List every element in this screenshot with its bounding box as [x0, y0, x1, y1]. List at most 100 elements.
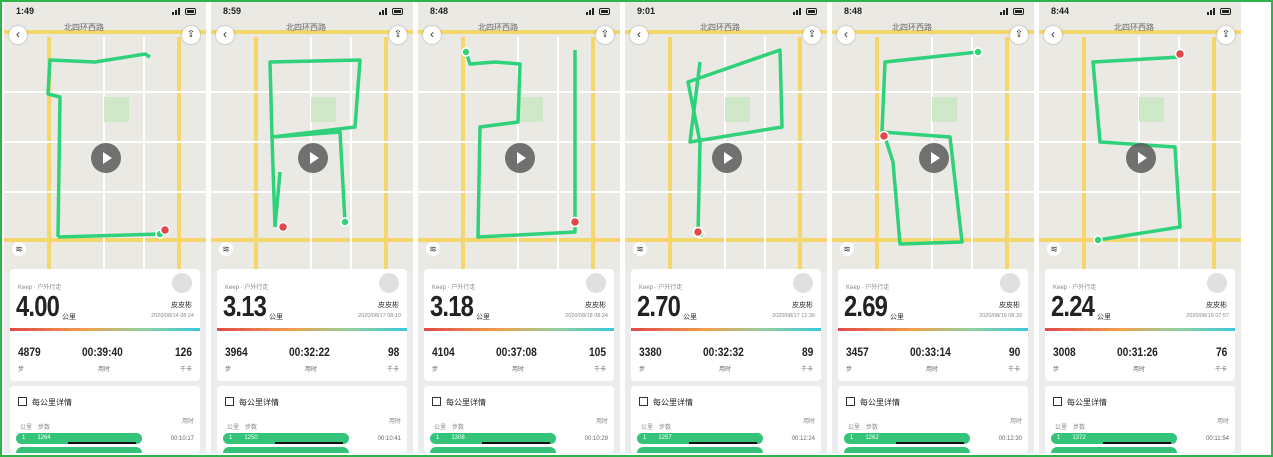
signal-battery-icon: [584, 8, 610, 15]
play-icon[interactable]: [1126, 143, 1156, 173]
activity-date: 2020/08/19 08:33: [979, 313, 1022, 319]
avatar-icon[interactable]: [1000, 273, 1020, 293]
share-icon[interactable]: ⇪: [803, 26, 821, 44]
route-map[interactable]: 1:49 北四环西路 ‹ ⇪ ≋: [4, 2, 206, 272]
calories-label: 千卡: [800, 367, 813, 373]
play-icon[interactable]: [91, 143, 121, 173]
duration-value: 00:37:08: [496, 345, 537, 359]
play-icon[interactable]: [505, 143, 535, 173]
calories-label: 千卡: [386, 367, 399, 373]
route-map[interactable]: 8:44 北四环西路 ‹ ⇪ ≋: [1039, 2, 1241, 272]
clock: 8:48: [844, 6, 863, 16]
col-time-header: 用时: [1216, 419, 1229, 425]
share-icon[interactable]: ⇪: [1217, 26, 1235, 44]
share-icon[interactable]: ⇪: [182, 26, 200, 44]
back-icon[interactable]: ‹: [9, 26, 27, 44]
user-name: 皮皮彬: [171, 302, 192, 309]
detail-list-icon: [225, 397, 234, 406]
road-label: 北四环西路: [286, 23, 326, 32]
back-icon[interactable]: ‹: [837, 26, 855, 44]
play-icon[interactable]: [919, 143, 949, 173]
map-roads: [832, 30, 1034, 272]
pace-gradient-bar: [838, 328, 1028, 331]
share-icon[interactable]: ⇪: [596, 26, 614, 44]
play-icon[interactable]: [298, 143, 328, 173]
play-icon[interactable]: [712, 143, 742, 173]
distance-unit: 公里: [62, 314, 76, 321]
summary-card: Keep · 户外行走 2.69 公里 皮皮彬 2020/08/19 08:33…: [838, 269, 1028, 381]
end-marker: [692, 226, 704, 238]
user-name: 皮皮彬: [999, 302, 1020, 309]
avatar-icon[interactable]: [586, 273, 606, 293]
detail-title: 每公里详情: [32, 398, 72, 407]
calories-label: 千卡: [179, 367, 192, 373]
detail-list-icon: [18, 397, 27, 406]
route-map[interactable]: 8:59 北四环西路 ‹ ⇪ ≋: [211, 2, 413, 272]
layers-icon[interactable]: ≋: [1047, 242, 1061, 256]
distance-unit: 公里: [1097, 314, 1111, 321]
col-steps-header: 步数: [38, 425, 51, 431]
per-km-detail[interactable]: 每公里详情 公里 步数 用时 1 1250 00:10:41: [217, 386, 407, 453]
col-km-header: 公里: [1055, 425, 1068, 431]
summary-card: Keep · 户外行走 4.00 公里 皮皮彬 2020/08/14 08:24…: [10, 269, 200, 381]
km1-steps: 1264: [37, 435, 51, 441]
road-label: 北四环西路: [1114, 23, 1154, 32]
km-row-next: [1051, 447, 1177, 453]
duration-value: 00:33:14: [910, 345, 951, 359]
status-bar: 9:01: [625, 4, 827, 18]
share-icon[interactable]: ⇪: [1010, 26, 1028, 44]
avatar-icon[interactable]: [379, 273, 399, 293]
layers-icon[interactable]: ≋: [219, 242, 233, 256]
col-time-header: 用时: [1009, 419, 1022, 425]
calories-value: 126: [174, 345, 192, 359]
duration-value: 00:39:40: [82, 345, 123, 359]
avatar-icon[interactable]: [172, 273, 192, 293]
activity-date: 2020/08/17 12:39: [772, 313, 815, 319]
phone-screen: 8:48 北四环西路 ‹ ⇪ ≋ Keep · 户外行走 2.69 公里 皮皮彬…: [832, 2, 1034, 453]
layers-icon[interactable]: ≋: [633, 242, 647, 256]
distance-unit: 公里: [269, 314, 283, 321]
steps-label: 步: [225, 367, 232, 373]
km1-time: 00:12:30: [998, 436, 1022, 442]
per-km-detail[interactable]: 每公里详情 公里 步数 用时 1 1372 00:11:54: [1045, 386, 1235, 453]
map-roads: [4, 30, 206, 272]
back-icon[interactable]: ‹: [1044, 26, 1062, 44]
distance-value: 3.18: [430, 291, 474, 323]
signal-battery-icon: [1205, 8, 1231, 15]
pace-gradient-bar: [217, 328, 407, 331]
status-bar: 8:44: [1039, 4, 1241, 18]
col-km-header: 公里: [848, 425, 861, 431]
steps-label: 步: [432, 367, 439, 373]
back-icon[interactable]: ‹: [630, 26, 648, 44]
km-row-next: [16, 447, 142, 453]
back-icon[interactable]: ‹: [423, 26, 441, 44]
km1-time: 00:11:54: [1206, 436, 1229, 442]
km1-time: 00:10:41: [377, 436, 401, 442]
route-map[interactable]: 9:01 北四环西路 ‹ ⇪ ≋: [625, 2, 827, 272]
avatar-icon[interactable]: [1207, 273, 1227, 293]
route-map[interactable]: 8:48 北四环西路 ‹ ⇪ ≋: [418, 2, 620, 272]
layers-icon[interactable]: ≋: [426, 242, 440, 256]
route-map[interactable]: 8:48 北四环西路 ‹ ⇪ ≋: [832, 2, 1034, 272]
share-icon[interactable]: ⇪: [389, 26, 407, 44]
duration-label: 用时: [926, 367, 939, 373]
km1-time: 00:10:17: [170, 436, 194, 442]
calories-label: 千卡: [593, 367, 606, 373]
redaction-bar: [275, 442, 343, 444]
per-km-detail[interactable]: 每公里详情 公里 步数 用时 1 1264 00:10:17: [10, 386, 200, 453]
phone-screen: 9:01 北四环西路 ‹ ⇪ ≋ Keep · 户外行走 2.70 公里 皮皮彬…: [625, 2, 827, 453]
back-icon[interactable]: ‹: [216, 26, 234, 44]
col-km-header: 公里: [434, 425, 447, 431]
per-km-detail[interactable]: 每公里详情 公里 步数 用时 1 1257 00:12:24: [631, 386, 821, 453]
activity-date: 2020/08/14 08:24: [151, 313, 194, 319]
distance-unit: 公里: [890, 314, 904, 321]
per-km-detail[interactable]: 每公里详情 公里 步数 用时 1 1308 00:10:29: [424, 386, 614, 453]
per-km-detail[interactable]: 每公里详情 公里 步数 用时 1 1262 00:12:30: [838, 386, 1028, 453]
steps-label: 步: [18, 367, 25, 373]
avatar-icon[interactable]: [793, 273, 813, 293]
layers-icon[interactable]: ≋: [840, 242, 854, 256]
distance-value: 2.69: [844, 291, 888, 323]
layers-icon[interactable]: ≋: [12, 242, 26, 256]
clock: 8:44: [1051, 6, 1070, 16]
col-km-header: 公里: [20, 425, 33, 431]
